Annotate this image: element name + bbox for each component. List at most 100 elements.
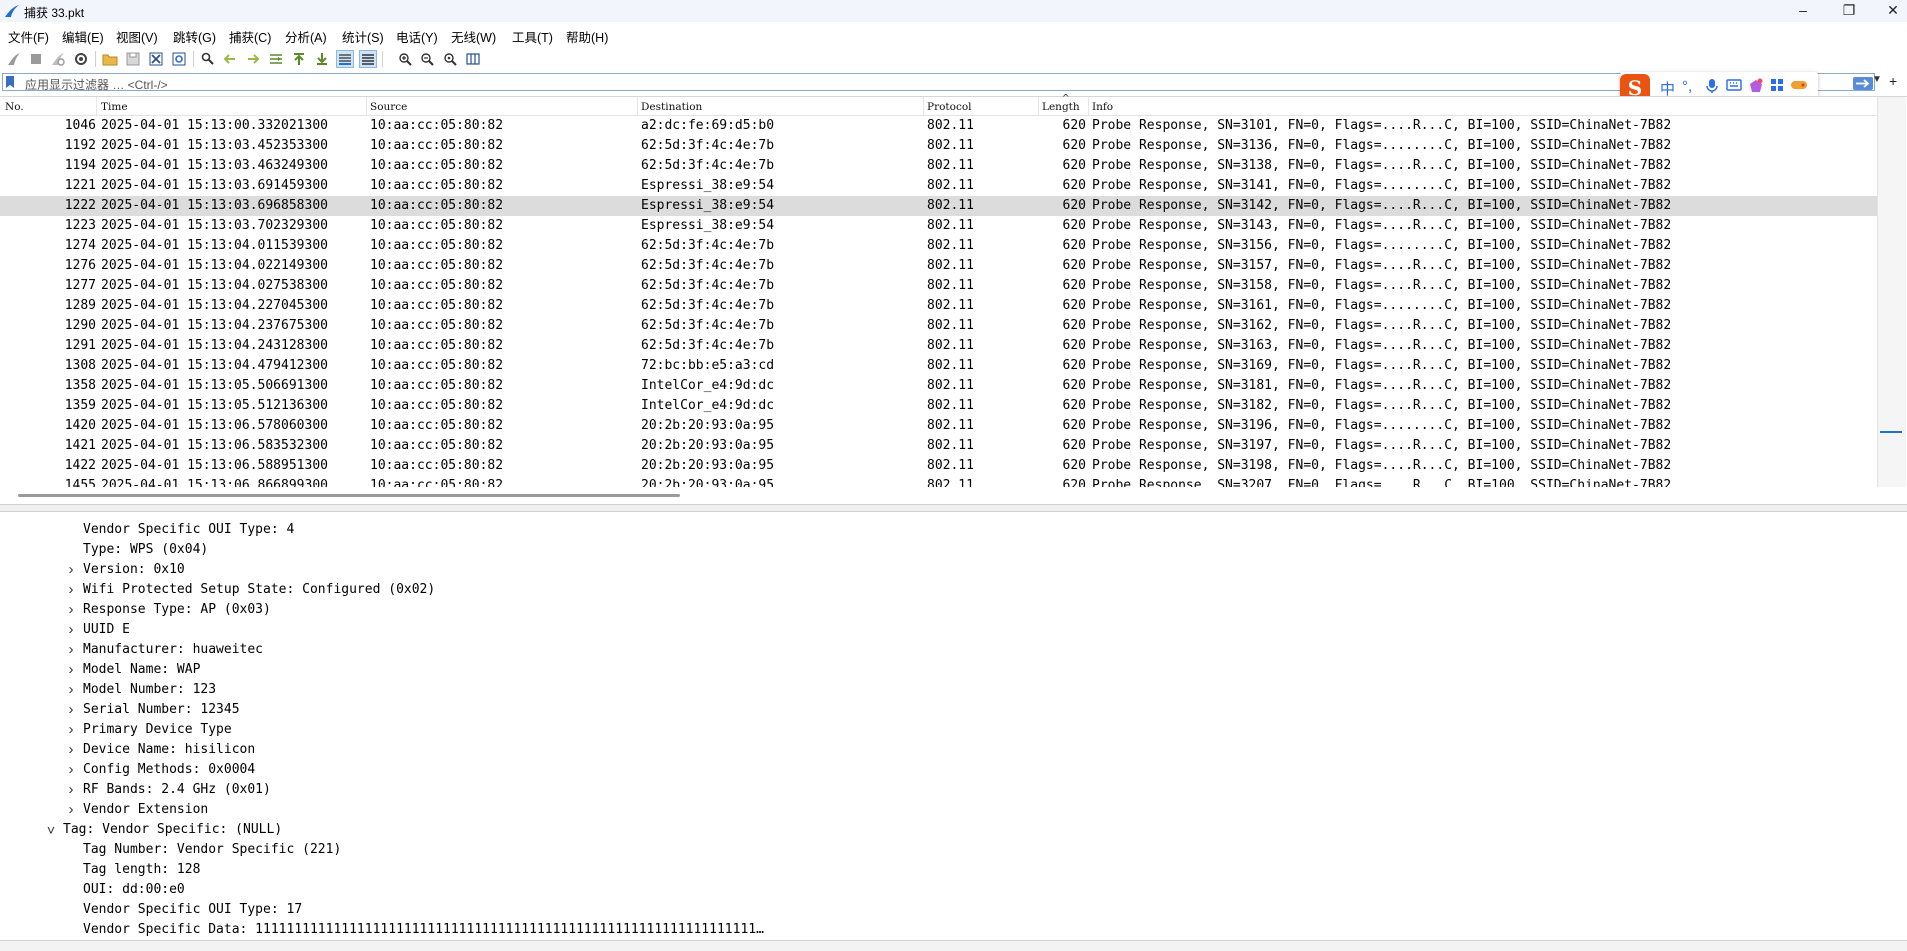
go-forward-arrow-icon[interactable]	[244, 50, 262, 68]
packet-row[interactable]: 1422 2025-04-01 15:13:06.588951300 10:aa:c…	[0, 456, 1877, 476]
packet-row[interactable]: 1194 2025-04-01 15:13:03.463249300 10:aa:c…	[0, 156, 1877, 176]
restart-capture-icon[interactable]	[49, 50, 67, 68]
stop-capture-icon[interactable]	[27, 50, 45, 68]
ime-keyboard-icon[interactable]	[1726, 78, 1742, 95]
packet-detail-tree-item[interactable]: UUID E	[83, 620, 130, 640]
packet-row[interactable]: 1358 2025-04-01 15:13:05.506691300 10:aa:c…	[0, 376, 1877, 396]
packet-detail-tree-item[interactable]: Response Type: AP (0x03)	[83, 600, 271, 620]
packet-detail-tree-item[interactable]: Config Methods: 0x0004	[83, 760, 255, 780]
packet-detail-tree-item[interactable]: RF Bands: 2.4 GHz (0x01)	[83, 780, 271, 800]
ime-game-icon[interactable]	[1790, 78, 1808, 96]
filter-bookmark-icon[interactable]	[5, 76, 15, 88]
packet-detail-tree-item[interactable]: Primary Device Type	[83, 720, 232, 740]
go-last-packet-icon[interactable]	[313, 50, 331, 68]
packet-list-vertical-scrollbar[interactable]	[1877, 97, 1906, 487]
display-filter-input[interactable]: 应用显示过滤器 … <Ctrl-/>	[2, 73, 1875, 92]
menu-view[interactable]: 视图(V)	[116, 27, 158, 46]
save-file-icon[interactable]	[124, 50, 142, 68]
column-divider[interactable]	[96, 97, 97, 115]
packet-list-horizontal-scrollbar[interactable]	[0, 488, 1877, 504]
column-divider[interactable]	[923, 97, 924, 115]
close-file-icon[interactable]	[147, 50, 165, 68]
menu-capture[interactable]: 捕获(C)	[229, 27, 271, 46]
packet-detail-tree-item[interactable]: Model Number: 123	[83, 680, 216, 700]
packet-row[interactable]: 1455 2025-04-01 15:13:06.866899300 10:aa:c…	[0, 476, 1877, 487]
menu-edit[interactable]: 编辑(E)	[62, 27, 104, 46]
tree-expand-chevron-icon[interactable]: ›	[66, 680, 76, 700]
packet-row[interactable]: 1308 2025-04-01 15:13:04.479412300 10:aa:c…	[0, 356, 1877, 376]
packet-row[interactable]: 1290 2025-04-01 15:13:04.237675300 10:aa:c…	[0, 316, 1877, 336]
menu-file[interactable]: 文件(F)	[8, 27, 49, 46]
packet-detail-tree-item[interactable]: Model Name: WAP	[83, 660, 200, 680]
packet-detail-tree-item[interactable]: Vendor Specific Data: 111111111111111111…	[83, 920, 764, 940]
go-back-arrow-icon[interactable]	[221, 50, 239, 68]
colorize-packet-list-icon[interactable]	[359, 50, 377, 68]
column-header-source[interactable]: Source	[370, 101, 407, 113]
tree-expand-chevron-icon[interactable]: ›	[66, 660, 76, 680]
horizontal-scrollbar-thumb[interactable]	[18, 494, 680, 497]
ime-skin-icon[interactable]	[1748, 78, 1764, 98]
find-packet-search-icon[interactable]	[199, 50, 217, 68]
packet-detail-tree-item[interactable]: Vendor Specific OUI Type: 17	[83, 900, 302, 920]
start-capture-fin-icon[interactable]	[5, 50, 23, 68]
menu-help[interactable]: 帮助(H)	[566, 27, 608, 46]
apply-filter-arrow-icon[interactable]	[1853, 77, 1873, 90]
packet-row[interactable]: 1289 2025-04-01 15:13:04.227045300 10:aa:c…	[0, 296, 1877, 316]
zoom-in-icon[interactable]	[396, 50, 414, 68]
go-to-packet-icon[interactable]	[267, 50, 285, 68]
packet-row[interactable]: 1421 2025-04-01 15:13:06.583532300 10:aa:c…	[0, 436, 1877, 456]
column-divider[interactable]	[1088, 97, 1089, 115]
tree-expand-chevron-icon[interactable]: ›	[66, 580, 76, 600]
resize-columns-icon[interactable]	[464, 50, 482, 68]
packet-row[interactable]: 1046 2025-04-01 15:13:00.332021300 10:aa:c…	[0, 116, 1877, 136]
filter-history-dropdown-icon[interactable]: ▼	[1872, 74, 1882, 85]
tree-expand-chevron-icon[interactable]: ›	[66, 620, 76, 640]
tree-expand-chevron-icon[interactable]: ›	[66, 720, 76, 740]
go-first-packet-icon[interactable]	[290, 50, 308, 68]
menu-analyze[interactable]: 分析(A)	[285, 27, 327, 46]
column-header-protocol[interactable]: Protocol	[927, 101, 972, 113]
column-header-length[interactable]: Length	[1042, 101, 1080, 113]
tree-expand-chevron-icon[interactable]: ›	[66, 640, 76, 660]
column-header-info[interactable]: Info	[1092, 101, 1113, 113]
packet-row[interactable]: 1276 2025-04-01 15:13:04.022149300 10:aa:c…	[0, 256, 1877, 276]
normal-size-icon[interactable]	[441, 50, 459, 68]
packet-row[interactable]: 1291 2025-04-01 15:13:04.243128300 10:aa:c…	[0, 336, 1877, 356]
tree-collapse-chevron-icon[interactable]: ˅	[46, 820, 56, 840]
packet-detail-tree-item[interactable]: Tag: Vendor Specific: (NULL)	[63, 820, 282, 840]
packet-row[interactable]: 1420 2025-04-01 15:13:06.578060300 10:aa:c…	[0, 416, 1877, 436]
packet-detail-tree-item[interactable]: Vendor Extension	[83, 800, 208, 820]
menu-telephony[interactable]: 电话(Y)	[396, 27, 438, 46]
packet-row[interactable]: 1359 2025-04-01 15:13:05.512136300 10:aa:c…	[0, 396, 1877, 416]
tree-expand-chevron-icon[interactable]: ›	[66, 740, 76, 760]
minimize-button[interactable]: –	[1780, 0, 1826, 22]
ime-toolbox-grid-icon[interactable]	[1770, 78, 1784, 96]
packet-detail-tree-item[interactable]: Tag Number: Vendor Specific (221)	[83, 840, 341, 860]
packet-detail-tree-item[interactable]: Version: 0x10	[83, 560, 185, 580]
packet-row[interactable]: 1221 2025-04-01 15:13:03.691459300 10:aa:c…	[0, 176, 1877, 196]
packet-row[interactable]: 1277 2025-04-01 15:13:04.027538300 10:aa:c…	[0, 276, 1877, 296]
packet-row-selected[interactable]: 1222 2025-04-01 15:13:03.696858300 10:aa:c…	[0, 196, 1877, 216]
column-header-no[interactable]: No.	[5, 101, 24, 113]
capture-options-gear-icon[interactable]	[72, 50, 90, 68]
menu-wireless[interactable]: 无线(W)	[451, 27, 496, 46]
packet-detail-tree-item[interactable]: OUI: dd:00:e0	[83, 880, 185, 900]
auto-scroll-icon[interactable]	[336, 50, 354, 68]
column-header-destination[interactable]: Destination	[641, 101, 702, 113]
packet-detail-tree-item[interactable]: Type: WPS (0x04)	[83, 540, 208, 560]
packet-row[interactable]: 1274 2025-04-01 15:13:04.011539300 10:aa:c…	[0, 236, 1877, 256]
menu-tools[interactable]: 工具(T)	[512, 27, 553, 46]
packet-detail-tree-item[interactable]: Manufacturer: huaweitec	[83, 640, 263, 660]
menu-statistics[interactable]: 统计(S)	[342, 27, 384, 46]
tree-expand-chevron-icon[interactable]: ›	[66, 800, 76, 820]
packet-row[interactable]: 1192 2025-04-01 15:13:03.452353300 10:aa:c…	[0, 136, 1877, 156]
add-filter-button-plus-icon[interactable]: +	[1889, 73, 1897, 89]
packet-detail-tree-item[interactable]: Tag length: 128	[83, 860, 200, 880]
close-button[interactable]: ✕	[1870, 0, 1907, 22]
tree-expand-chevron-icon[interactable]: ›	[66, 780, 76, 800]
packet-detail-tree-item[interactable]: Wifi Protected Setup State: Configured (…	[83, 580, 435, 600]
packet-detail-tree-item[interactable]: Serial Number: 12345	[83, 700, 240, 720]
column-divider[interactable]	[1038, 97, 1039, 115]
tree-expand-chevron-icon[interactable]: ›	[66, 700, 76, 720]
reload-file-icon[interactable]	[170, 50, 188, 68]
